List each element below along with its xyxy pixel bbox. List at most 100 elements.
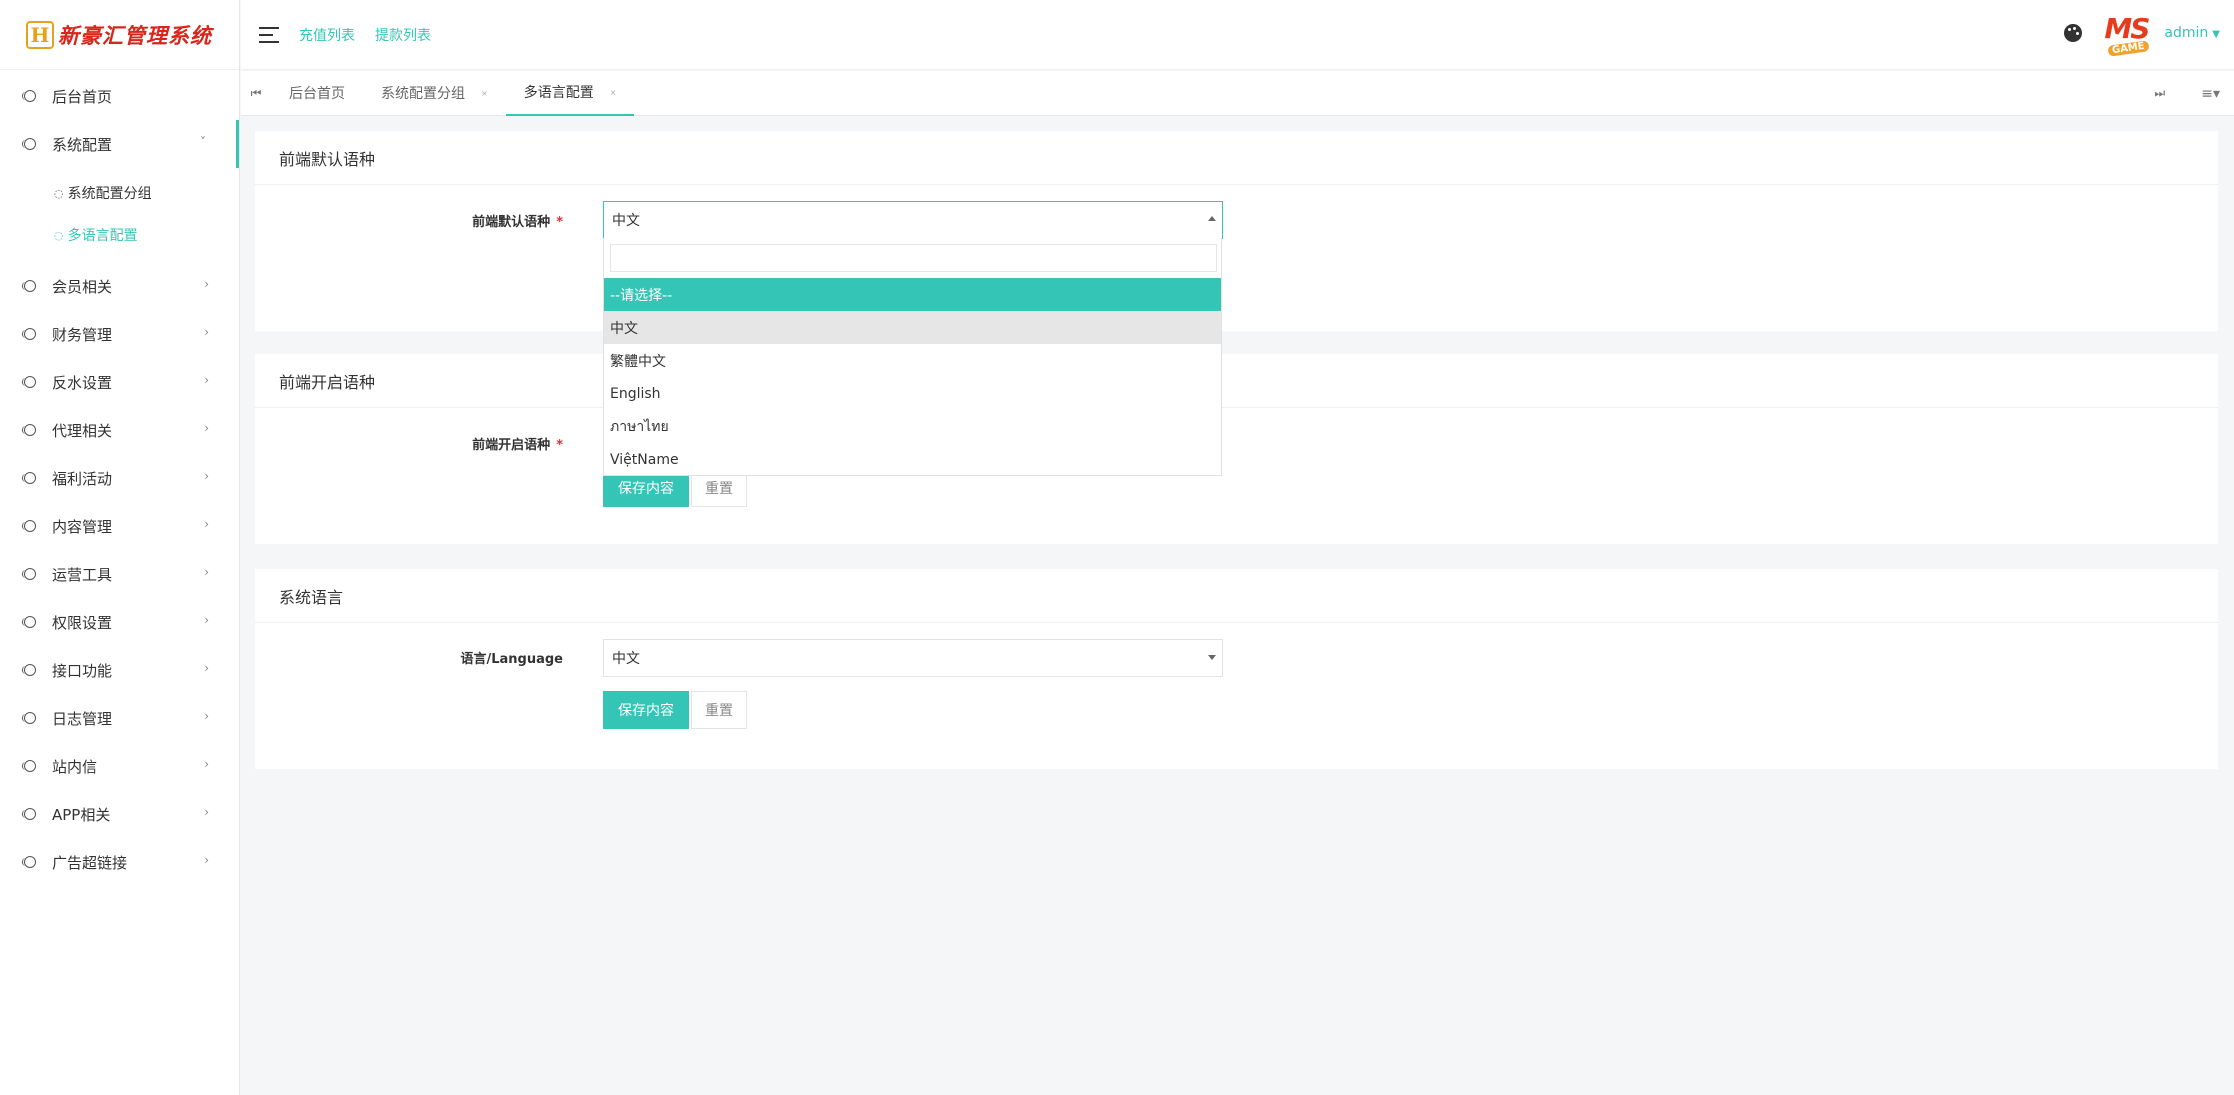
sidebar-item-promotions[interactable]: 福利活动 › — [0, 454, 239, 502]
sidebar-item-label: 福利活动 — [52, 469, 113, 488]
chevron-right-icon: › — [204, 325, 209, 339]
tab-scroll-left-icon[interactable]: ⏮ — [241, 86, 271, 101]
sidebar-item-label: 财务管理 — [52, 325, 113, 344]
sidebar-item-label: 反水设置 — [52, 373, 113, 392]
logo[interactable]: H 新豪汇管理系统 — [0, 0, 239, 70]
chevron-right-icon: › — [204, 421, 209, 435]
sidebar-item-label: 运营工具 — [52, 565, 113, 584]
menu-toggle-icon[interactable] — [259, 26, 279, 43]
system-language-select[interactable]: 中文 — [603, 639, 1223, 677]
dropdown-option[interactable]: 繁體中文 — [604, 344, 1221, 377]
sidebar-subitem-config-group[interactable]: ◌ 系统配置分组 — [0, 172, 239, 214]
sidebar-item-label: 后台首页 — [52, 87, 113, 106]
chevron-right-icon: › — [204, 373, 209, 387]
menu-icon — [22, 136, 38, 152]
sidebar-item-label: APP相关 — [52, 805, 111, 824]
sidebar-item-label: 代理相关 — [52, 421, 113, 440]
sidebar-menu: 后台首页 系统配置 ˅ ◌ 系统配置分组 ◌ 多语言配置 会员相关 › 财务管理… — [0, 72, 239, 886]
dropdown-option[interactable]: ViệtName — [604, 443, 1221, 476]
sidebar-item-app[interactable]: APP相关 › — [0, 790, 239, 838]
caret-down-icon: ▼ — [2212, 29, 2220, 40]
caret-up-icon — [1208, 216, 1216, 221]
sidebar-item-messages[interactable]: 站内信 › — [0, 742, 239, 790]
menu-icon — [22, 470, 38, 486]
chevron-right-icon: › — [204, 853, 209, 867]
menu-icon — [22, 374, 38, 390]
sidebar-item-finance[interactable]: 财务管理 › — [0, 310, 239, 358]
tab-multilang[interactable]: 多语言配置 × — [505, 71, 635, 116]
close-icon[interactable]: × — [481, 89, 488, 98]
chevron-right-icon: › — [204, 469, 209, 483]
save-button[interactable]: 保存内容 — [603, 691, 689, 729]
logo-text: 新豪汇管理系统 — [58, 23, 212, 48]
avatar[interactable]: MS GAME — [2102, 12, 2152, 57]
sidebar-item-permissions[interactable]: 权限设置 › — [0, 598, 239, 646]
reset-button[interactable]: 重置 — [691, 691, 747, 729]
field-label: 前端默认语种 * — [472, 215, 563, 230]
sidebar-item-api[interactable]: 接口功能 › — [0, 646, 239, 694]
sidebar-item-content[interactable]: 内容管理 › — [0, 502, 239, 550]
tab-options-icon[interactable]: ≡▾ — [2201, 86, 2220, 102]
sidebar-subitem-multilang[interactable]: ◌ 多语言配置 — [0, 214, 239, 256]
select-value: 中文 — [612, 651, 640, 667]
dropdown-option[interactable]: --请选择-- — [604, 278, 1221, 311]
dropdown-option[interactable]: ภาษาไทย — [604, 410, 1221, 443]
menu-icon — [22, 566, 38, 582]
sidebar-submenu: ◌ 系统配置分组 ◌ 多语言配置 — [0, 168, 239, 262]
tab-home[interactable]: 后台首页 — [271, 71, 363, 116]
chevron-right-icon: › — [204, 661, 209, 675]
tab-label: 多语言配置 — [523, 85, 594, 101]
panel-default-language: 前端默认语种 前端默认语种 * 中文 — [255, 131, 2218, 331]
close-icon[interactable]: × — [610, 88, 617, 97]
dropdown-search-input[interactable] — [610, 244, 1217, 272]
tab-scroll-right-icon[interactable]: ⏭ — [2154, 86, 2165, 101]
menu-icon: ◌ — [54, 186, 64, 200]
select-value: 中文 — [612, 213, 640, 229]
sidebar-item-agents[interactable]: 代理相关 › — [0, 406, 239, 454]
menu-icon — [22, 662, 38, 678]
menu-icon — [22, 422, 38, 438]
panel-title: 系统语言 — [255, 569, 2218, 623]
logo-icon: H — [26, 20, 54, 49]
user-menu[interactable]: admin ▼ — [2164, 25, 2220, 41]
menu-icon — [22, 854, 38, 870]
panel-title: 前端默认语种 — [255, 131, 2218, 185]
sidebar-item-label: 站内信 — [52, 757, 98, 776]
chevron-right-icon: › — [204, 805, 209, 819]
chevron-right-icon: › — [204, 613, 209, 627]
sidebar-item-ops-tools[interactable]: 运营工具 › — [0, 550, 239, 598]
sidebar-item-ad-links[interactable]: 广告超链接 › — [0, 838, 239, 886]
sidebar: H 新豪汇管理系统 后台首页 系统配置 ˅ ◌ 系统配置分组 ◌ 多语言配置 会… — [0, 0, 240, 1095]
top-header: 充值列表 提款列表 MS GAME admin ▼ — [241, 0, 2234, 70]
menu-icon — [22, 710, 38, 726]
menu-icon — [22, 326, 38, 342]
menu-icon — [22, 278, 38, 294]
panel-system-language: 系统语言 语言/Language 中文 保存内容 重置 — [255, 569, 2218, 769]
chevron-right-icon: › — [204, 709, 209, 723]
dropdown-option[interactable]: English — [604, 377, 1221, 410]
chevron-right-icon: › — [204, 517, 209, 531]
menu-icon: ◌ — [54, 228, 64, 242]
sidebar-item-system-config[interactable]: 系统配置 ˅ — [0, 120, 239, 168]
sidebar-item-logs[interactable]: 日志管理 › — [0, 694, 239, 742]
sidebar-item-home[interactable]: 后台首页 — [0, 72, 239, 120]
sidebar-item-members[interactable]: 会员相关 › — [0, 262, 239, 310]
tab-config-group[interactable]: 系统配置分组 × — [363, 71, 506, 116]
recharge-list-link[interactable]: 充值列表 — [299, 25, 355, 45]
sidebar-subitem-label: 系统配置分组 — [67, 186, 152, 202]
sidebar-item-label: 内容管理 — [52, 517, 113, 536]
palette-icon[interactable] — [2064, 24, 2083, 42]
sidebar-item-label: 日志管理 — [52, 709, 113, 728]
tab-bar: ⏮ 后台首页 系统配置分组 × 多语言配置 × ⏭ ≡▾ — [241, 71, 2234, 116]
dropdown-option[interactable]: 中文 — [604, 311, 1221, 344]
tab-label: 后台首页 — [289, 86, 345, 102]
menu-icon — [22, 88, 38, 104]
sidebar-item-rebate[interactable]: 反水设置 › — [0, 358, 239, 406]
field-label: 语言/Language — [460, 652, 563, 667]
sidebar-item-label: 会员相关 — [52, 277, 113, 296]
sidebar-item-label: 系统配置 — [52, 135, 113, 154]
tab-bar-right: ⏭ ≡▾ — [2154, 71, 2234, 116]
withdraw-list-link[interactable]: 提款列表 — [375, 25, 431, 45]
tab-label: 系统配置分组 — [381, 86, 465, 102]
default-language-select[interactable]: 中文 — [603, 201, 1223, 239]
